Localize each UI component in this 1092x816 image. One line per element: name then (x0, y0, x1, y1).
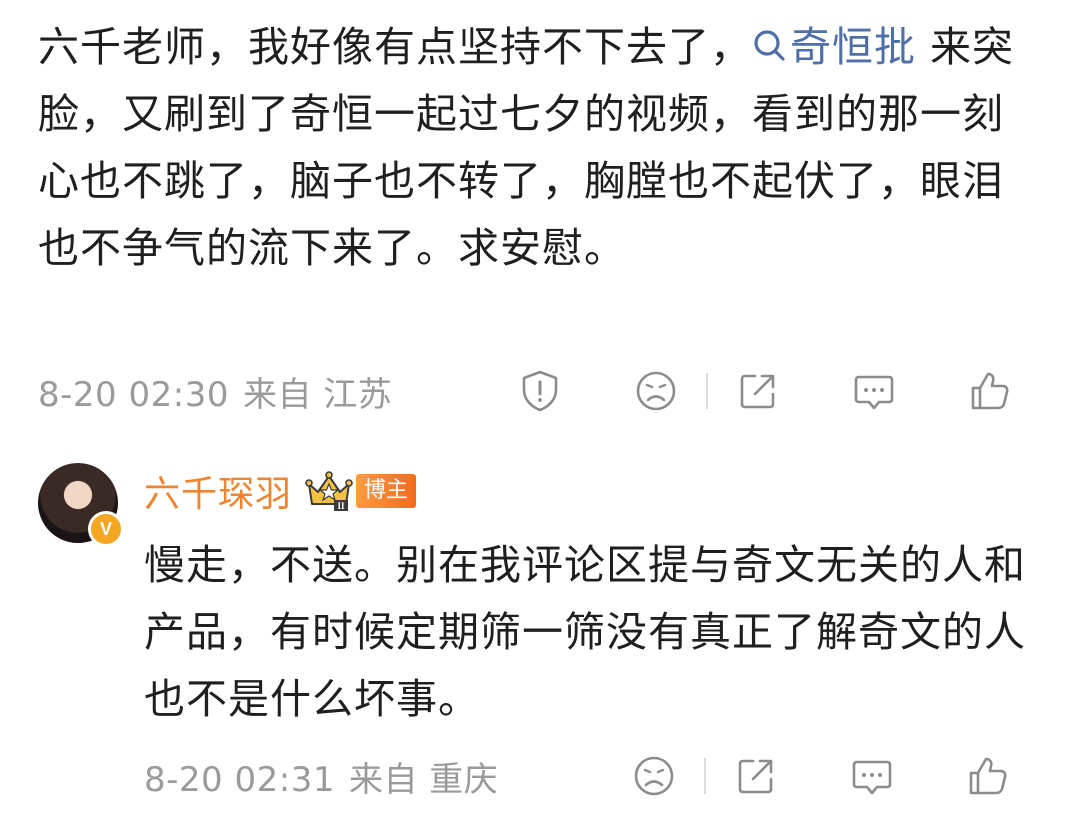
report-button[interactable] (514, 365, 566, 417)
comment-text: 六千老师，我好像有点坚持不下去了， 奇恒批 来突脸，又刷到了奇恒一起过七夕的视频，… (38, 14, 1028, 282)
reply-header: 六千琛羽 II 博主 (144, 465, 417, 517)
comment-location: 来自 江苏 (242, 374, 393, 415)
like-button[interactable] (964, 365, 1016, 417)
thumbs-up-icon (971, 372, 1009, 410)
action-divider (706, 373, 708, 409)
reply-time: 8-20 02:31 (144, 759, 335, 800)
reply-location: 来自 重庆 (348, 759, 499, 800)
action-divider (704, 758, 706, 794)
reply-meta-text: 8-20 02:31 来自 重庆 (144, 752, 498, 801)
verified-badge: V (88, 511, 124, 547)
reply-text: 慢走，不送。别在我评论区提与奇文无关的人和产品，有时候定期筛一筛没有真正了解奇文… (144, 541, 1026, 723)
reply-username[interactable]: 六千琛羽 (144, 465, 292, 517)
topic-link[interactable]: 奇恒批 (752, 23, 916, 71)
dislike-button[interactable] (630, 365, 682, 417)
role-badge: 博主 (356, 474, 417, 508)
avatar[interactable]: V (38, 463, 124, 547)
sad-face-icon (634, 756, 674, 796)
reply-share-button[interactable] (730, 750, 782, 802)
sad-face-icon (636, 371, 676, 411)
comment-time: 8-20 02:30 (38, 374, 229, 415)
comment-icon (852, 760, 892, 795)
share-button[interactable] (732, 365, 784, 417)
comment-button[interactable] (848, 365, 900, 417)
reply-meta: 8-20 02:31 来自 重庆 (144, 751, 498, 801)
reply-action-bar (628, 751, 1014, 801)
comment-text-before-topic: 六千老师，我好像有点坚持不下去了， (38, 23, 752, 71)
reply-like-button[interactable] (962, 750, 1014, 802)
comment-meta: 8-20 02:30 来自 江苏 (38, 366, 392, 416)
reply-dislike-button[interactable] (628, 750, 680, 802)
reply-comment-button[interactable] (846, 750, 898, 802)
crown-level: II (338, 501, 346, 511)
report-icon (522, 370, 558, 412)
comment-icon (854, 375, 894, 410)
search-icon (754, 30, 785, 61)
share-icon (738, 759, 773, 794)
comment-body: 六千老师，我好像有点坚持不下去了， 奇恒批 来突脸，又刷到了奇恒一起过七夕的视频，… (38, 14, 1028, 282)
comment-meta-text: 8-20 02:30 来自 江苏 (38, 367, 392, 416)
comment-action-bar (514, 366, 1016, 416)
topic-label[interactable]: 奇恒批 (790, 23, 916, 71)
share-icon (740, 374, 775, 409)
crown-icon: II (305, 471, 353, 511)
thumbs-up-icon (969, 757, 1007, 795)
